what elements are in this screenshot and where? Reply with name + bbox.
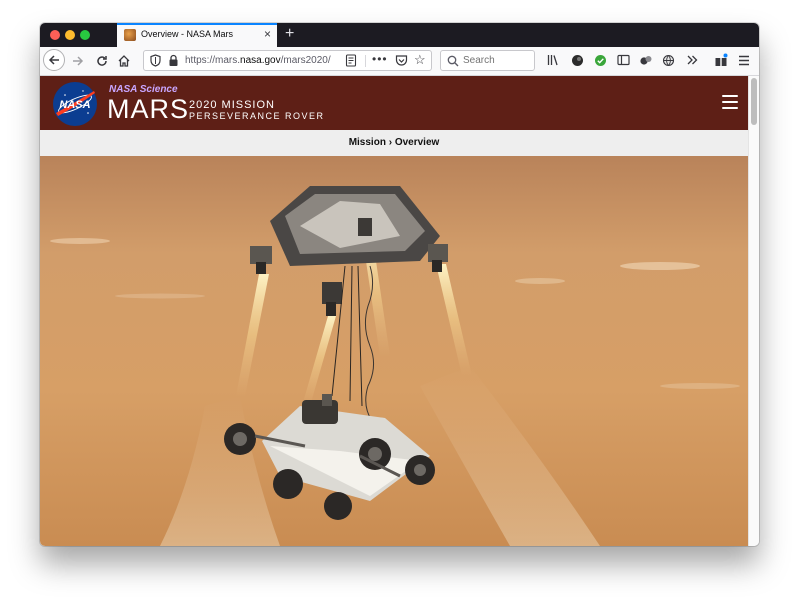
bookmark-star-icon[interactable]: ☆ bbox=[414, 52, 426, 68]
scrollbar-thumb[interactable] bbox=[751, 78, 757, 125]
overflow-chevron-icon[interactable] bbox=[685, 53, 699, 67]
close-window-button[interactable] bbox=[50, 30, 60, 40]
forward-button[interactable] bbox=[68, 51, 88, 71]
dark-extension-icon[interactable] bbox=[570, 53, 584, 67]
sidebar-icon[interactable] bbox=[616, 53, 630, 67]
page-scrollbar[interactable] bbox=[748, 76, 759, 546]
library-icon[interactable] bbox=[546, 53, 560, 67]
lock-icon[interactable] bbox=[168, 54, 179, 67]
search-icon bbox=[447, 55, 459, 67]
url-bar[interactable]: https://mars.nasa.gov/mars2020/ ••• ☆ bbox=[143, 50, 432, 71]
mars-favicon-icon bbox=[124, 29, 136, 41]
search-placeholder: Search bbox=[463, 55, 495, 66]
hamburger-menu-icon[interactable] bbox=[722, 95, 738, 109]
mission-subtitle: PERSEVERANCE ROVER bbox=[189, 111, 325, 121]
reload-icon bbox=[97, 56, 107, 66]
page-actions-icon[interactable]: ••• bbox=[372, 52, 388, 66]
new-tab-button[interactable]: + bbox=[285, 24, 294, 44]
mission-title: 2020 MISSION bbox=[189, 99, 275, 111]
menu-icon[interactable] bbox=[737, 53, 751, 67]
check-extension-icon[interactable] bbox=[593, 53, 607, 67]
pocket-icon[interactable] bbox=[395, 54, 408, 67]
globe-extension-icon[interactable] bbox=[661, 53, 675, 67]
tab-overview[interactable]: Overview - NASA Mars × bbox=[117, 23, 277, 47]
mars-wordmark[interactable]: MARS bbox=[107, 93, 189, 125]
reader-view-icon[interactable] bbox=[345, 54, 357, 67]
url-separator bbox=[365, 55, 366, 67]
url-prefix: https://mars. bbox=[185, 55, 241, 66]
home-button[interactable] bbox=[114, 51, 134, 71]
tracking-shield-icon[interactable] bbox=[149, 54, 162, 67]
search-input[interactable]: Search bbox=[440, 50, 535, 71]
site-header: NASA NASA Science MARS 2020 MISSION PERS… bbox=[40, 76, 748, 130]
nasa-logo-text: NASA bbox=[59, 99, 90, 111]
browser-window: Overview - NASA Mars × + https://mars.na… bbox=[40, 23, 759, 546]
tab-title: Overview - NASA Mars bbox=[141, 29, 234, 39]
hero-image-sky-crane bbox=[40, 156, 748, 546]
reload-button[interactable] bbox=[92, 51, 112, 71]
zoom-window-button[interactable] bbox=[80, 30, 90, 40]
nasa-meatball-logo[interactable]: NASA bbox=[52, 81, 98, 127]
arrow-left-icon bbox=[48, 55, 59, 65]
breadcrumb[interactable]: Mission › Overview bbox=[40, 130, 748, 156]
tab-close-icon[interactable]: × bbox=[264, 27, 271, 41]
url-path: /mars2020/ bbox=[280, 55, 331, 66]
page-content: NASA NASA Science MARS 2020 MISSION PERS… bbox=[40, 76, 748, 546]
gift-icon[interactable] bbox=[714, 53, 728, 67]
navigation-toolbar: https://mars.nasa.gov/mars2020/ ••• ☆ Se… bbox=[40, 47, 759, 76]
arrow-right-icon bbox=[73, 56, 84, 66]
home-icon bbox=[118, 55, 130, 67]
tab-strip: Overview - NASA Mars × + bbox=[40, 23, 759, 47]
url-domain: nasa.gov bbox=[240, 55, 281, 66]
back-button[interactable] bbox=[43, 49, 65, 71]
containers-icon[interactable] bbox=[639, 53, 653, 67]
minimize-window-button[interactable] bbox=[65, 30, 75, 40]
url-text[interactable]: https://mars.nasa.gov/mars2020/ bbox=[185, 55, 339, 66]
